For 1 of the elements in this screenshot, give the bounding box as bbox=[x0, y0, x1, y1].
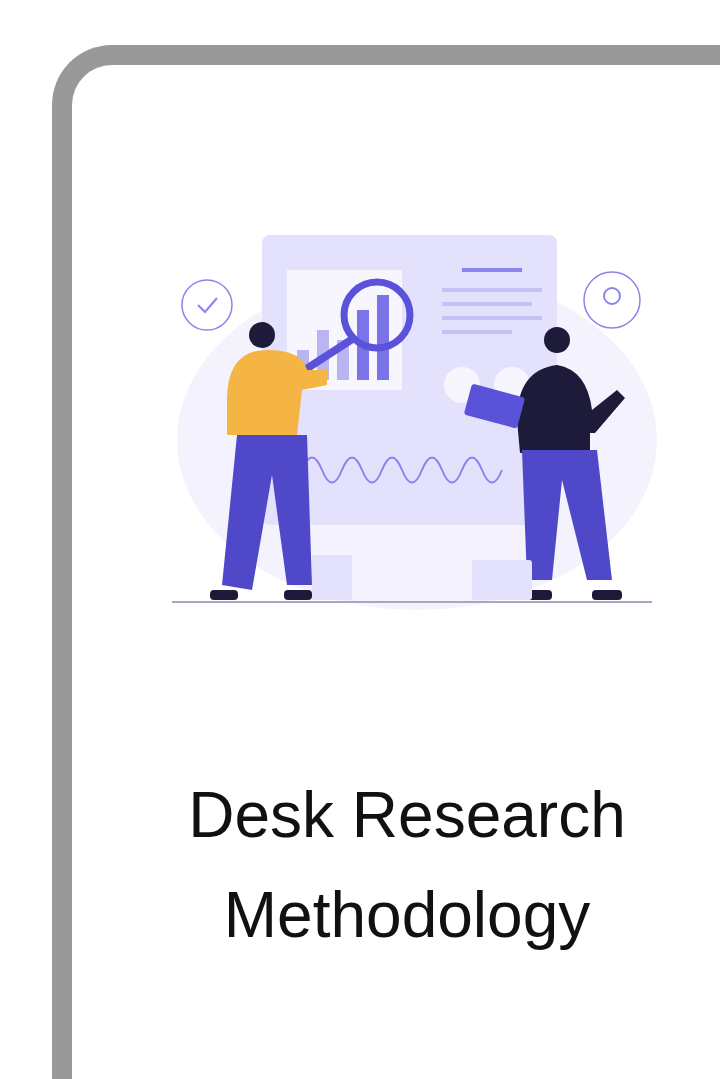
card-title: Desk Research Methodology bbox=[187, 778, 627, 953]
